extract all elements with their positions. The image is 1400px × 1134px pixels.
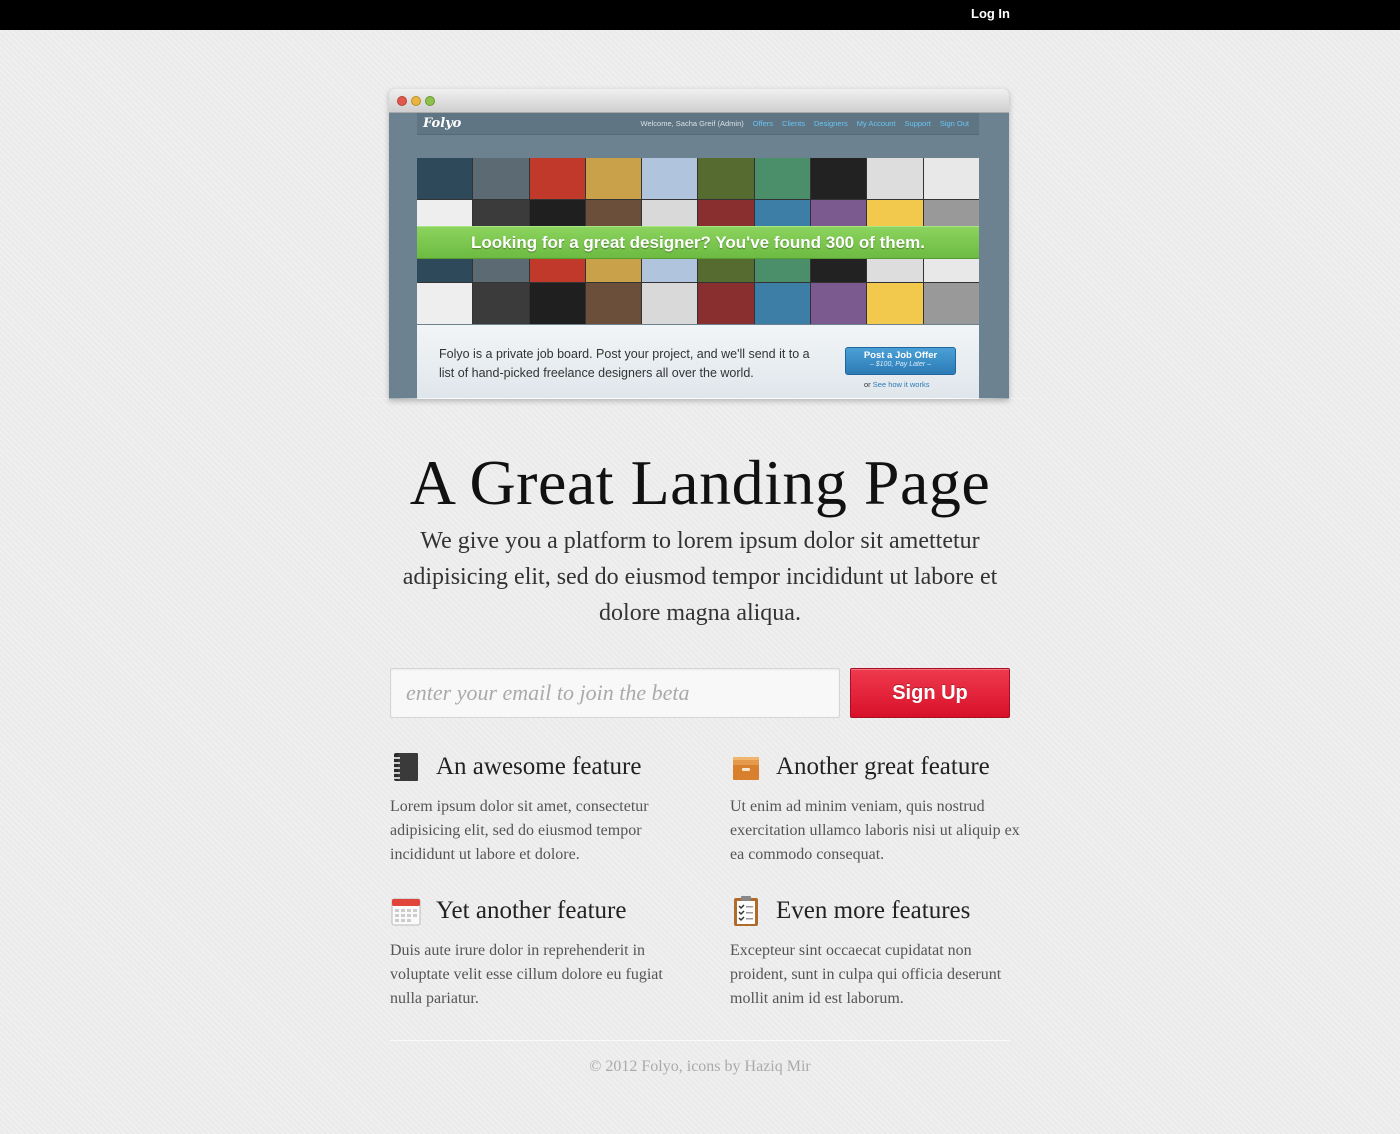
portfolio-tile bbox=[417, 158, 473, 199]
portfolio-tile bbox=[811, 283, 867, 324]
site-post-job-button: Post a Job Offer – $100, Pay Later – bbox=[845, 347, 956, 375]
footer-divider bbox=[390, 1040, 1010, 1041]
page-subtitle: We give you a platform to lorem ipsum do… bbox=[402, 528, 998, 626]
site-footer-panel: Folyo is a private job board. Post your … bbox=[417, 325, 979, 399]
portfolio-tile bbox=[642, 158, 698, 199]
site-logo: Folyo bbox=[423, 116, 462, 131]
portfolio-tile bbox=[923, 158, 979, 199]
feature-title: An awesome feature bbox=[436, 753, 642, 780]
portfolio-tile bbox=[473, 158, 529, 199]
portfolio-tile bbox=[811, 158, 867, 199]
feature-item: Another great feature Ut enim ad minim v… bbox=[730, 750, 1020, 867]
portfolio-tile bbox=[867, 283, 923, 324]
divider bbox=[350, 398, 1050, 399]
clipboard-checklist-icon bbox=[734, 896, 758, 926]
site-nav-clients: Clients bbox=[782, 119, 805, 128]
notebook-icon bbox=[394, 753, 418, 781]
feature-text: Lorem ipsum dolor sit amet, consectetur … bbox=[390, 798, 649, 863]
portfolio-tile bbox=[698, 158, 754, 199]
portfolio-tile bbox=[698, 283, 754, 324]
site-nav-bar: Folyo Welcome, Sacha Greif (Admin) Offer… bbox=[417, 113, 979, 135]
feature-item: An awesome feature Lorem ipsum dolor sit… bbox=[390, 750, 680, 867]
portfolio-tile bbox=[754, 158, 811, 199]
top-bar: Log In bbox=[0, 0, 1400, 30]
portfolio-tile bbox=[867, 158, 923, 199]
close-window-icon bbox=[397, 96, 407, 106]
site-see-how-link: See how it works bbox=[872, 380, 930, 389]
feature-title: Yet another feature bbox=[436, 897, 627, 924]
feature-item: Even more features Excepteur sint occaec… bbox=[730, 894, 1020, 1011]
portfolio-tile bbox=[585, 158, 642, 199]
site-see-how: or See how it works bbox=[864, 380, 929, 389]
browser-chrome bbox=[389, 89, 1009, 113]
site-description: Folyo is a private job board. Post your … bbox=[439, 347, 810, 380]
site-nav-sign-out: Sign Out bbox=[939, 119, 969, 128]
screenshot-site: Folyo Welcome, Sacha Greif (Admin) Offer… bbox=[389, 113, 1009, 399]
portfolio-tile bbox=[923, 283, 979, 324]
site-welcome-text: Welcome, Sacha Greif (Admin) bbox=[640, 119, 744, 128]
feature-item: Yet another feature Duis aute irure dolo… bbox=[390, 894, 680, 1011]
email-field[interactable] bbox=[390, 668, 840, 718]
feature-text: Ut enim ad minim veniam, quis nostrud ex… bbox=[730, 798, 1020, 863]
calendar-icon bbox=[391, 898, 421, 926]
footer-credits: © 2012 Folyo, icons by Haziq Mir bbox=[589, 1058, 811, 1075]
portfolio-tile bbox=[642, 283, 698, 324]
minimize-window-icon bbox=[411, 96, 421, 106]
portfolio-tile bbox=[473, 283, 529, 324]
maximize-window-icon bbox=[425, 96, 435, 106]
site-nav-offers: Offers bbox=[752, 119, 774, 128]
portfolio-tile bbox=[529, 283, 585, 324]
site-post-job-label: Post a Job Offer bbox=[863, 350, 938, 361]
feature-text: Excepteur sint occaecat cupidatat non pr… bbox=[730, 942, 1002, 1007]
feature-title: Even more features bbox=[776, 897, 971, 924]
portfolio-tile bbox=[585, 283, 642, 324]
site-nav-my-account: My Account bbox=[856, 119, 896, 128]
archive-box-icon bbox=[733, 757, 759, 780]
site-nav-support: Support bbox=[904, 119, 931, 128]
site-nav-links: Welcome, Sacha Greif (Admin) Offers Clie… bbox=[641, 119, 969, 128]
product-screenshot: Folyo Welcome, Sacha Greif (Admin) Offer… bbox=[389, 89, 1009, 399]
site-post-job-price: – $100, Pay Later – bbox=[869, 361, 932, 368]
portfolio-tile bbox=[754, 283, 811, 324]
site-nav-designers: Designers bbox=[813, 119, 848, 128]
site-see-how-prefix: or bbox=[864, 380, 871, 389]
page-title: A Great Landing Page bbox=[409, 447, 991, 518]
login-link[interactable]: Log In bbox=[971, 6, 1010, 21]
sign-up-button[interactable]: Sign Up bbox=[850, 668, 1010, 718]
site-banner: Looking for a great designer? You've fou… bbox=[417, 226, 979, 259]
portfolio-tile bbox=[417, 283, 473, 324]
portfolio-tile bbox=[529, 158, 585, 199]
feature-title: Another great feature bbox=[776, 753, 990, 780]
feature-text: Duis aute irure dolor in reprehenderit i… bbox=[390, 942, 663, 1007]
